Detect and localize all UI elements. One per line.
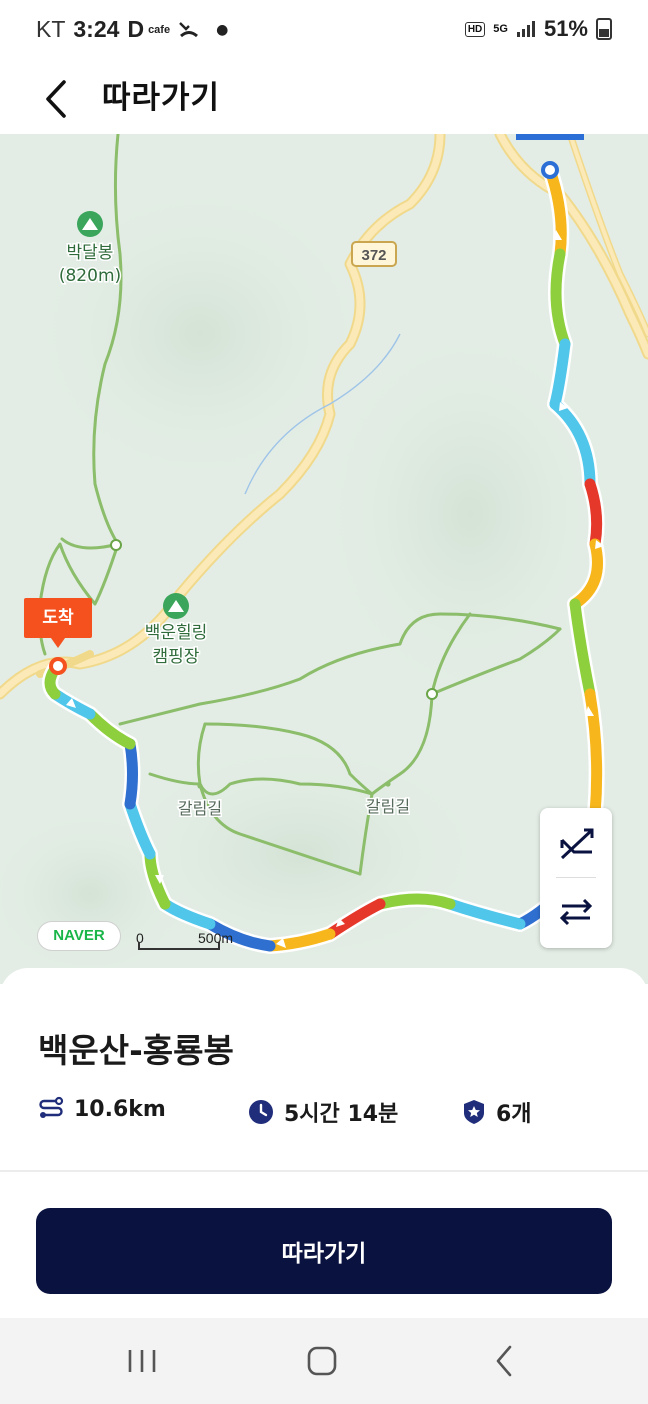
status-right: HD 5G 51% [464,16,612,42]
mountain-peak-icon [77,211,103,237]
recent-apps-button[interactable] [112,1338,172,1384]
campsite-label-line2: 캠핑장 [153,647,200,667]
stamp-stat: 6개 [462,1096,532,1128]
arrival-tag: 도착 [24,598,92,648]
campsite-icon [163,593,189,619]
distance-value: 10.6km [74,1096,166,1122]
start-marker [541,161,559,179]
route-map[interactable]: 372 박달봉 (820m) 백운힐링 캠핑장 갈림길 갈림길 도착 NAVER… [0,134,648,984]
battery-percent: 51% [543,16,588,41]
home-button[interactable] [292,1338,352,1384]
naver-logo: NAVER [38,922,120,950]
start-marker-tag [516,134,584,140]
road-number-label: 372 [361,247,386,264]
status-bar: KT 3:24 D cafe ● HD 5G 51% [0,0,648,62]
recent-apps-icon [128,1350,156,1372]
clock-icon [249,1100,273,1124]
campsite-label-line1: 백운힐링 [145,623,208,643]
elevation-profile-button[interactable] [540,808,612,876]
follow-course-button[interactable]: 따라가기 [36,1208,612,1294]
trail-junction-label-1: 갈림길 [178,799,222,818]
course-info-sheet: 백운산-홍룡봉 10.6km 5시간 14분 6개 따라가기 [0,968,648,1318]
peak-elevation-label: (820m) [59,266,121,286]
back-arrow-icon [496,1345,512,1377]
app-d-icon: D [127,16,145,42]
trail-junction-label-2: 갈림길 [366,797,410,816]
system-back-button[interactable] [474,1338,534,1384]
swap-arrows-icon [559,898,593,926]
battery-icon [596,18,612,40]
peak-name-label: 박달봉 [67,243,114,263]
scale-line [138,942,220,950]
cafe-app-icon: cafe [148,23,171,36]
duration-value: 5시간 14분 [284,1102,399,1127]
missed-call-icon [179,21,199,37]
reverse-direction-button[interactable] [540,878,612,946]
course-stats: 10.6km 5시간 14분 6개 [38,1096,618,1128]
sheet-divider [0,1170,648,1172]
back-button[interactable] [30,70,80,126]
system-nav-bar [0,1318,648,1404]
home-icon [307,1346,337,1376]
signal-icon [516,21,535,37]
arrival-marker [49,657,67,675]
clock: 3:24 [73,16,120,42]
carrier-label: KT [36,16,66,42]
stamp-badge-icon [464,1100,484,1124]
stamp-count: 6개 [496,1102,532,1127]
course-name: 백운산-홍룡봉 [38,1031,234,1070]
status-left: KT 3:24 D cafe ● [36,16,228,43]
road-number-shield: 372 [351,241,397,267]
elevation-icon [560,828,594,860]
map-control-panel [540,808,612,948]
duration-stat: 5시간 14분 [248,1096,398,1128]
notification-dot-icon: ● [216,21,229,38]
app-header: 따라가기 [0,62,648,134]
distance-stat: 10.6km [38,1096,166,1122]
map-scale-bar: 0 500m [136,930,233,952]
route-distance-icon [39,1096,64,1118]
page-title: 따라가기 [102,80,221,116]
network-5g-icon: 5G [493,23,508,35]
chevron-left-icon [46,80,66,118]
hd-voice-icon: HD [464,21,486,37]
